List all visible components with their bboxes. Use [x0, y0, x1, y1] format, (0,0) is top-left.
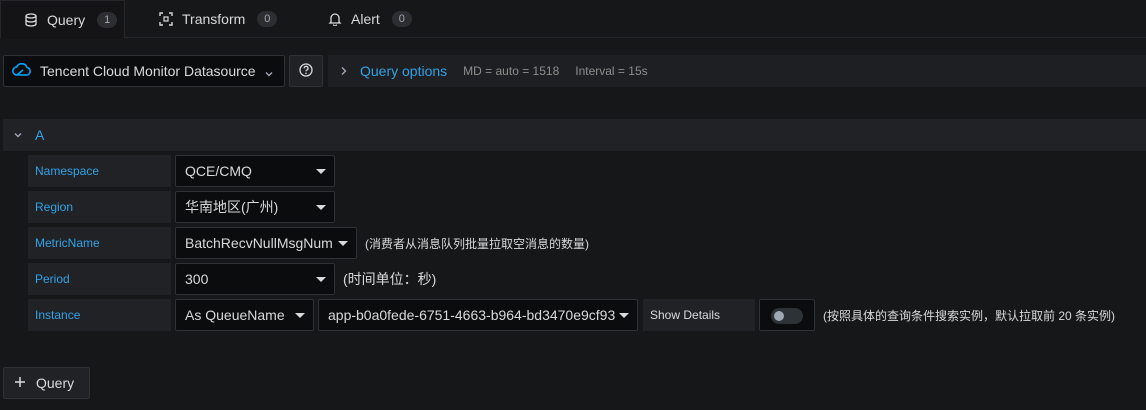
namespace-value: QCE/CMQ [185, 163, 252, 179]
query-options-interval: Interval = 15s [575, 64, 648, 78]
datasource-name: Tencent Cloud Monitor Datasource [40, 63, 256, 79]
query-options-md: MD = auto = 1518 [463, 64, 560, 78]
instance-label: Instance [28, 299, 171, 331]
plus-icon [14, 375, 26, 391]
help-icon [299, 62, 313, 80]
query-ref-id: A [35, 127, 45, 143]
tab-query[interactable]: Query 1 [0, 0, 125, 39]
help-button[interactable] [289, 55, 323, 87]
show-details-label: Show Details [643, 299, 755, 331]
query-options-title: Query options [360, 63, 448, 79]
chevron-down-icon [13, 127, 23, 143]
period-select[interactable]: 300 [175, 263, 335, 295]
datasource-picker[interactable]: Tencent Cloud Monitor Datasource [3, 55, 285, 87]
metric-name-hint: (消费者从消息队列批量拉取空消息的数量) [365, 236, 589, 251]
show-details-toggle[interactable] [771, 308, 803, 324]
caret-down-icon [316, 277, 326, 282]
database-icon [23, 12, 39, 28]
period-value: 300 [185, 271, 209, 287]
tab-transform-count: 0 [257, 11, 278, 27]
period-hint: (时间单位：秒) [343, 271, 437, 287]
instance-value: app-b0a0fede-6751-4663-b964-bd3470e9cf93 [328, 307, 616, 323]
region-select[interactable]: 华南地区(广州) [175, 191, 335, 223]
tab-transform[interactable]: Transform 0 [158, 0, 278, 38]
tab-query-count: 1 [97, 11, 118, 28]
namespace-select[interactable]: QCE/CMQ [175, 155, 335, 187]
instance-as-select[interactable]: As QueueName [175, 299, 314, 331]
metric-name-select[interactable]: BatchRecvNullMsgNum [175, 227, 357, 259]
instance-hint: (按照具体的查询条件搜索实例，默认拉取前 20 条实例) [823, 308, 1116, 323]
transform-icon [158, 11, 174, 27]
bell-icon [327, 11, 343, 27]
chevron-right-icon [340, 63, 348, 79]
query-row-header[interactable]: A [3, 119, 1146, 151]
add-query-label: Query [36, 375, 75, 391]
tab-query-label: Query [47, 11, 86, 28]
caret-down-icon [316, 205, 326, 210]
region-label: Region [28, 191, 171, 223]
instance-as-value: As QueueName [185, 307, 285, 323]
caret-down-icon [295, 313, 305, 318]
region-value: 华南地区(广州) [185, 199, 279, 215]
tab-alert-count: 0 [391, 11, 412, 27]
instance-select[interactable]: app-b0a0fede-6751-4663-b964-bd3470e9cf93 [318, 299, 638, 331]
tab-transform-label: Transform [182, 11, 246, 27]
show-details-toggle-field [759, 299, 815, 331]
toggle-knob [774, 311, 784, 321]
metric-name-label: MetricName [28, 227, 171, 259]
caret-down-icon [316, 169, 326, 174]
chevron-down-icon [264, 66, 274, 82]
tab-alert-label: Alert [351, 11, 380, 27]
cloud-icon [12, 62, 32, 80]
caret-down-icon [619, 313, 629, 318]
tab-alert[interactable]: Alert 0 [327, 0, 412, 38]
period-label: Period [28, 263, 171, 295]
metric-name-value: BatchRecvNullMsgNum [185, 235, 333, 251]
query-options-bar[interactable]: Query options MD = auto = 1518 Interval … [328, 55, 1146, 87]
add-query-button[interactable]: Query [3, 367, 90, 399]
caret-down-icon [338, 241, 348, 246]
query-editor-tabs: Query 1 Transform 0 Alert 0 [0, 0, 1146, 39]
namespace-label: Namespace [28, 155, 171, 187]
